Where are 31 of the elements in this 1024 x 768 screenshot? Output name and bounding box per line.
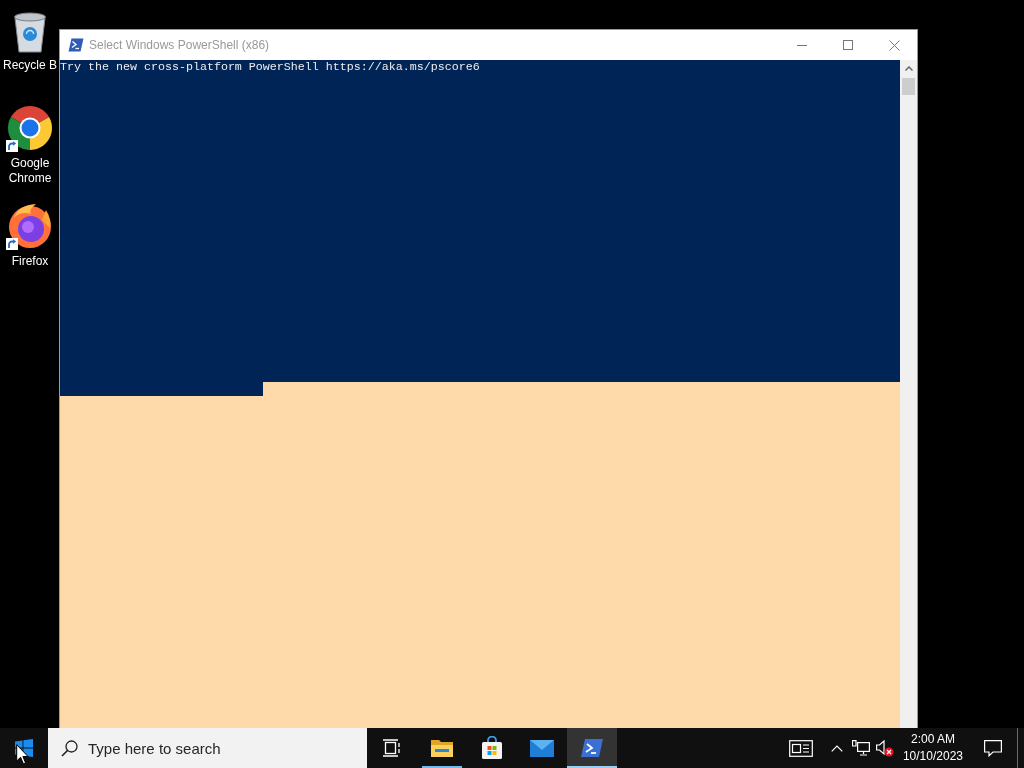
envelope-icon (529, 738, 555, 758)
shopping-bag-icon (481, 736, 503, 760)
chevron-up-icon (830, 744, 843, 752)
close-icon (888, 39, 900, 51)
desktop-shortcut[interactable]: Firefox (0, 202, 60, 300)
shortcut-arrow-icon (6, 140, 18, 152)
minimize-icon (797, 44, 807, 46)
desktop-shortcut[interactable]: Recycle B (0, 6, 60, 104)
terminal-icon (68, 38, 84, 52)
task-view-icon (382, 739, 402, 757)
folder-icon (430, 738, 454, 758)
window-title: Select Windows PowerShell (x86) (89, 38, 270, 52)
console-area[interactable]: Try the new cross-platform PowerShell https://aka.ms/pscore6 (60, 60, 900, 728)
chevron-up-icon (904, 66, 913, 71)
news-icon (788, 739, 813, 757)
chrome-icon (6, 104, 54, 152)
taskbar-button[interactable] (567, 728, 617, 768)
terminal-icon (580, 738, 604, 758)
shortcut-arrow-icon (6, 238, 18, 250)
chat-bubble-icon (984, 739, 1002, 757)
console-line: Try the new cross-platform PowerShell https://aka.ms/pscore6 (60, 60, 481, 74)
maximize-icon (843, 40, 853, 50)
search-field[interactable]: Type here to search (48, 728, 367, 768)
scrollbar-thumb[interactable] (902, 78, 915, 95)
firefox-icon (6, 202, 54, 250)
desktop-shortcut[interactable]: Google Chrome (0, 104, 60, 202)
network-icon (851, 740, 870, 756)
scrollbar[interactable] (900, 60, 917, 728)
search-icon (61, 740, 78, 757)
mouse-pointer-icon (16, 744, 29, 765)
clock[interactable]: 2:00 AM 10/10/2023 (896, 728, 969, 768)
